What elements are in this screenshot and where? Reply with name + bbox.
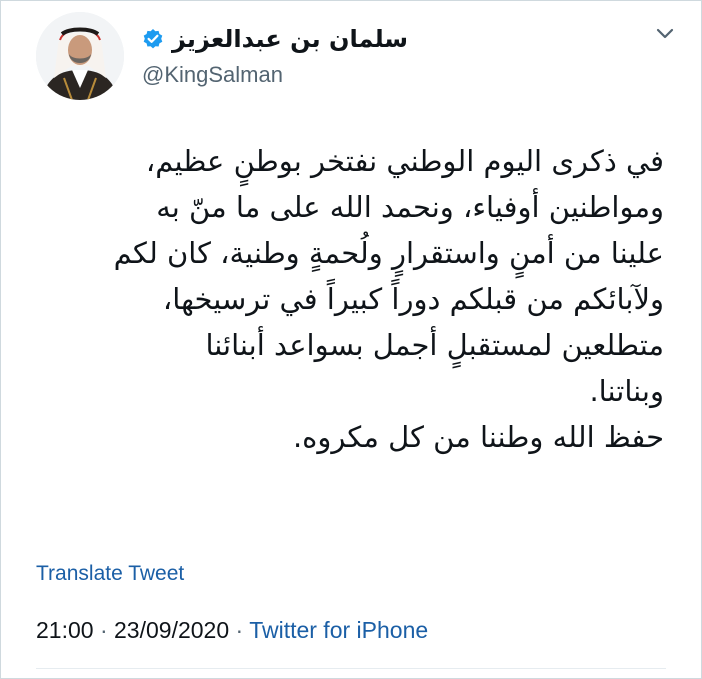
meta-separator: · bbox=[235, 617, 244, 643]
tweet-source-link[interactable]: Twitter for iPhone bbox=[249, 617, 428, 643]
tweet-text: في ذكرى اليوم الوطني نفتخر بوطنٍ عظيم، و… bbox=[36, 138, 664, 460]
tweet-time[interactable]: 21:00 bbox=[36, 617, 94, 643]
author-names: سلمان بن عبدالعزيز @KingSalman bbox=[142, 22, 408, 88]
tweet-meta: 21:00 · 23/09/2020 · Twitter for iPhone bbox=[36, 617, 428, 644]
tweet-text-line: ولآبائكم من قبلكم دوراً كبيراً في ترسيخه… bbox=[162, 282, 664, 316]
tweet-header: سلمان بن عبدالعزيز @KingSalman bbox=[36, 12, 676, 102]
divider bbox=[36, 668, 666, 669]
tweet-text-line: ومواطنين أوفياء، ونحمد الله على ما منّ ب… bbox=[156, 190, 664, 224]
avatar-portrait-icon bbox=[36, 12, 124, 100]
tweet-date[interactable]: 23/09/2020 bbox=[114, 617, 229, 643]
meta-separator: · bbox=[99, 617, 108, 643]
author-handle[interactable]: @KingSalman bbox=[142, 62, 408, 88]
author-display-name[interactable]: سلمان بن عبدالعزيز bbox=[172, 25, 408, 53]
translate-tweet-link[interactable]: Translate Tweet bbox=[36, 562, 184, 586]
tweet-text-line: حفظ الله وطننا من كل مكروه. bbox=[292, 420, 664, 454]
tweet-text-line: علينا من أمنٍ واستقرارٍ ولُحمةٍ وطنية، ك… bbox=[113, 236, 664, 270]
avatar[interactable] bbox=[36, 12, 124, 100]
tweet-text-line: متطلعين لمستقبلٍ أجمل بسواعد أبنائنا bbox=[205, 328, 664, 362]
chevron-down-icon[interactable] bbox=[654, 26, 676, 40]
tweet-text-line: في ذكرى اليوم الوطني نفتخر بوطنٍ عظيم، bbox=[145, 144, 664, 178]
tweet-text-line: وبناتنا. bbox=[589, 374, 664, 408]
verified-badge-icon bbox=[142, 28, 164, 50]
display-name-row: سلمان بن عبدالعزيز bbox=[142, 22, 408, 56]
